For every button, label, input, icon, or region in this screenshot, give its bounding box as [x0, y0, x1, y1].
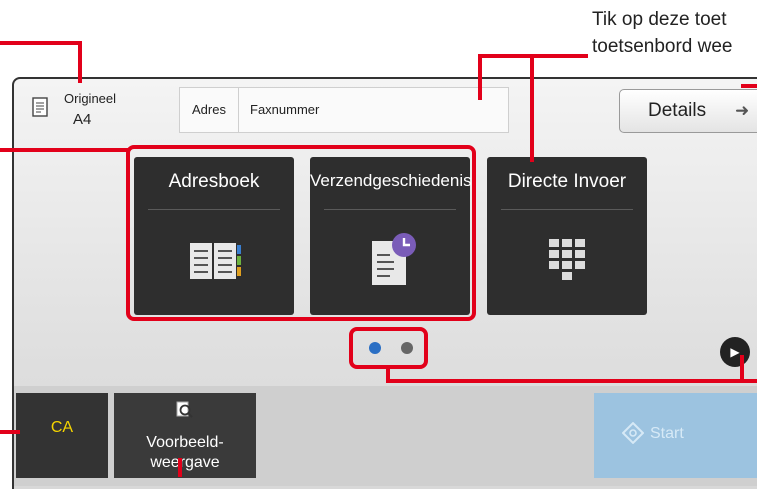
annotation-line [478, 54, 482, 100]
annotation-line [386, 379, 757, 383]
tile-group-frame [126, 145, 476, 321]
arrow-right-icon: ➜ [735, 101, 750, 120]
start-button[interactable]: Start [594, 393, 757, 478]
start-label: Start [650, 425, 684, 442]
annotation-line [0, 148, 128, 152]
original-size-indicator[interactable]: Origineel A4 [24, 89, 134, 139]
annotation-line [78, 41, 82, 83]
annotation-line [178, 458, 182, 477]
annotation-line [0, 430, 20, 434]
annotation-line [740, 355, 744, 382]
annotation-line [0, 41, 82, 45]
annotation-callout-text: Tik op deze toet toetsenbord wee [592, 6, 757, 60]
original-label: Origineel [64, 91, 117, 106]
preview-button[interactable]: Voorbeeld- weergave [114, 393, 256, 478]
tile-divider [501, 209, 633, 210]
tile-label: Directe Invoer [507, 171, 627, 192]
details-button[interactable]: Details ➜ [619, 89, 757, 133]
fax-number-field[interactable]: Faxnummer [250, 88, 319, 132]
preview-label: Voorbeeld- weergave [146, 434, 224, 471]
annotation-line [741, 84, 757, 88]
magnifier-icon [176, 401, 193, 418]
pager-frame [349, 327, 428, 369]
start-icon [622, 422, 644, 444]
keypad-icon [549, 239, 585, 280]
address-box[interactable]: Adres Faxnummer [179, 87, 509, 133]
next-page-button[interactable]: ▶ [720, 337, 750, 367]
callout-line-1: Tik op deze toet [592, 9, 727, 30]
bottom-bar: CA Voorbeeld- weergave Start [14, 386, 757, 486]
play-icon: ▶ [730, 345, 740, 359]
callout-line-2: toetsenbord wee [592, 36, 733, 57]
document-icon [32, 97, 48, 117]
direct-entry-button[interactable]: Directe Invoer [487, 157, 647, 315]
ca-button[interactable]: CA [16, 393, 108, 478]
annotation-line [530, 54, 534, 162]
details-label: Details [648, 100, 707, 121]
address-label: Adres [180, 88, 239, 132]
original-size: A4 [73, 111, 92, 128]
